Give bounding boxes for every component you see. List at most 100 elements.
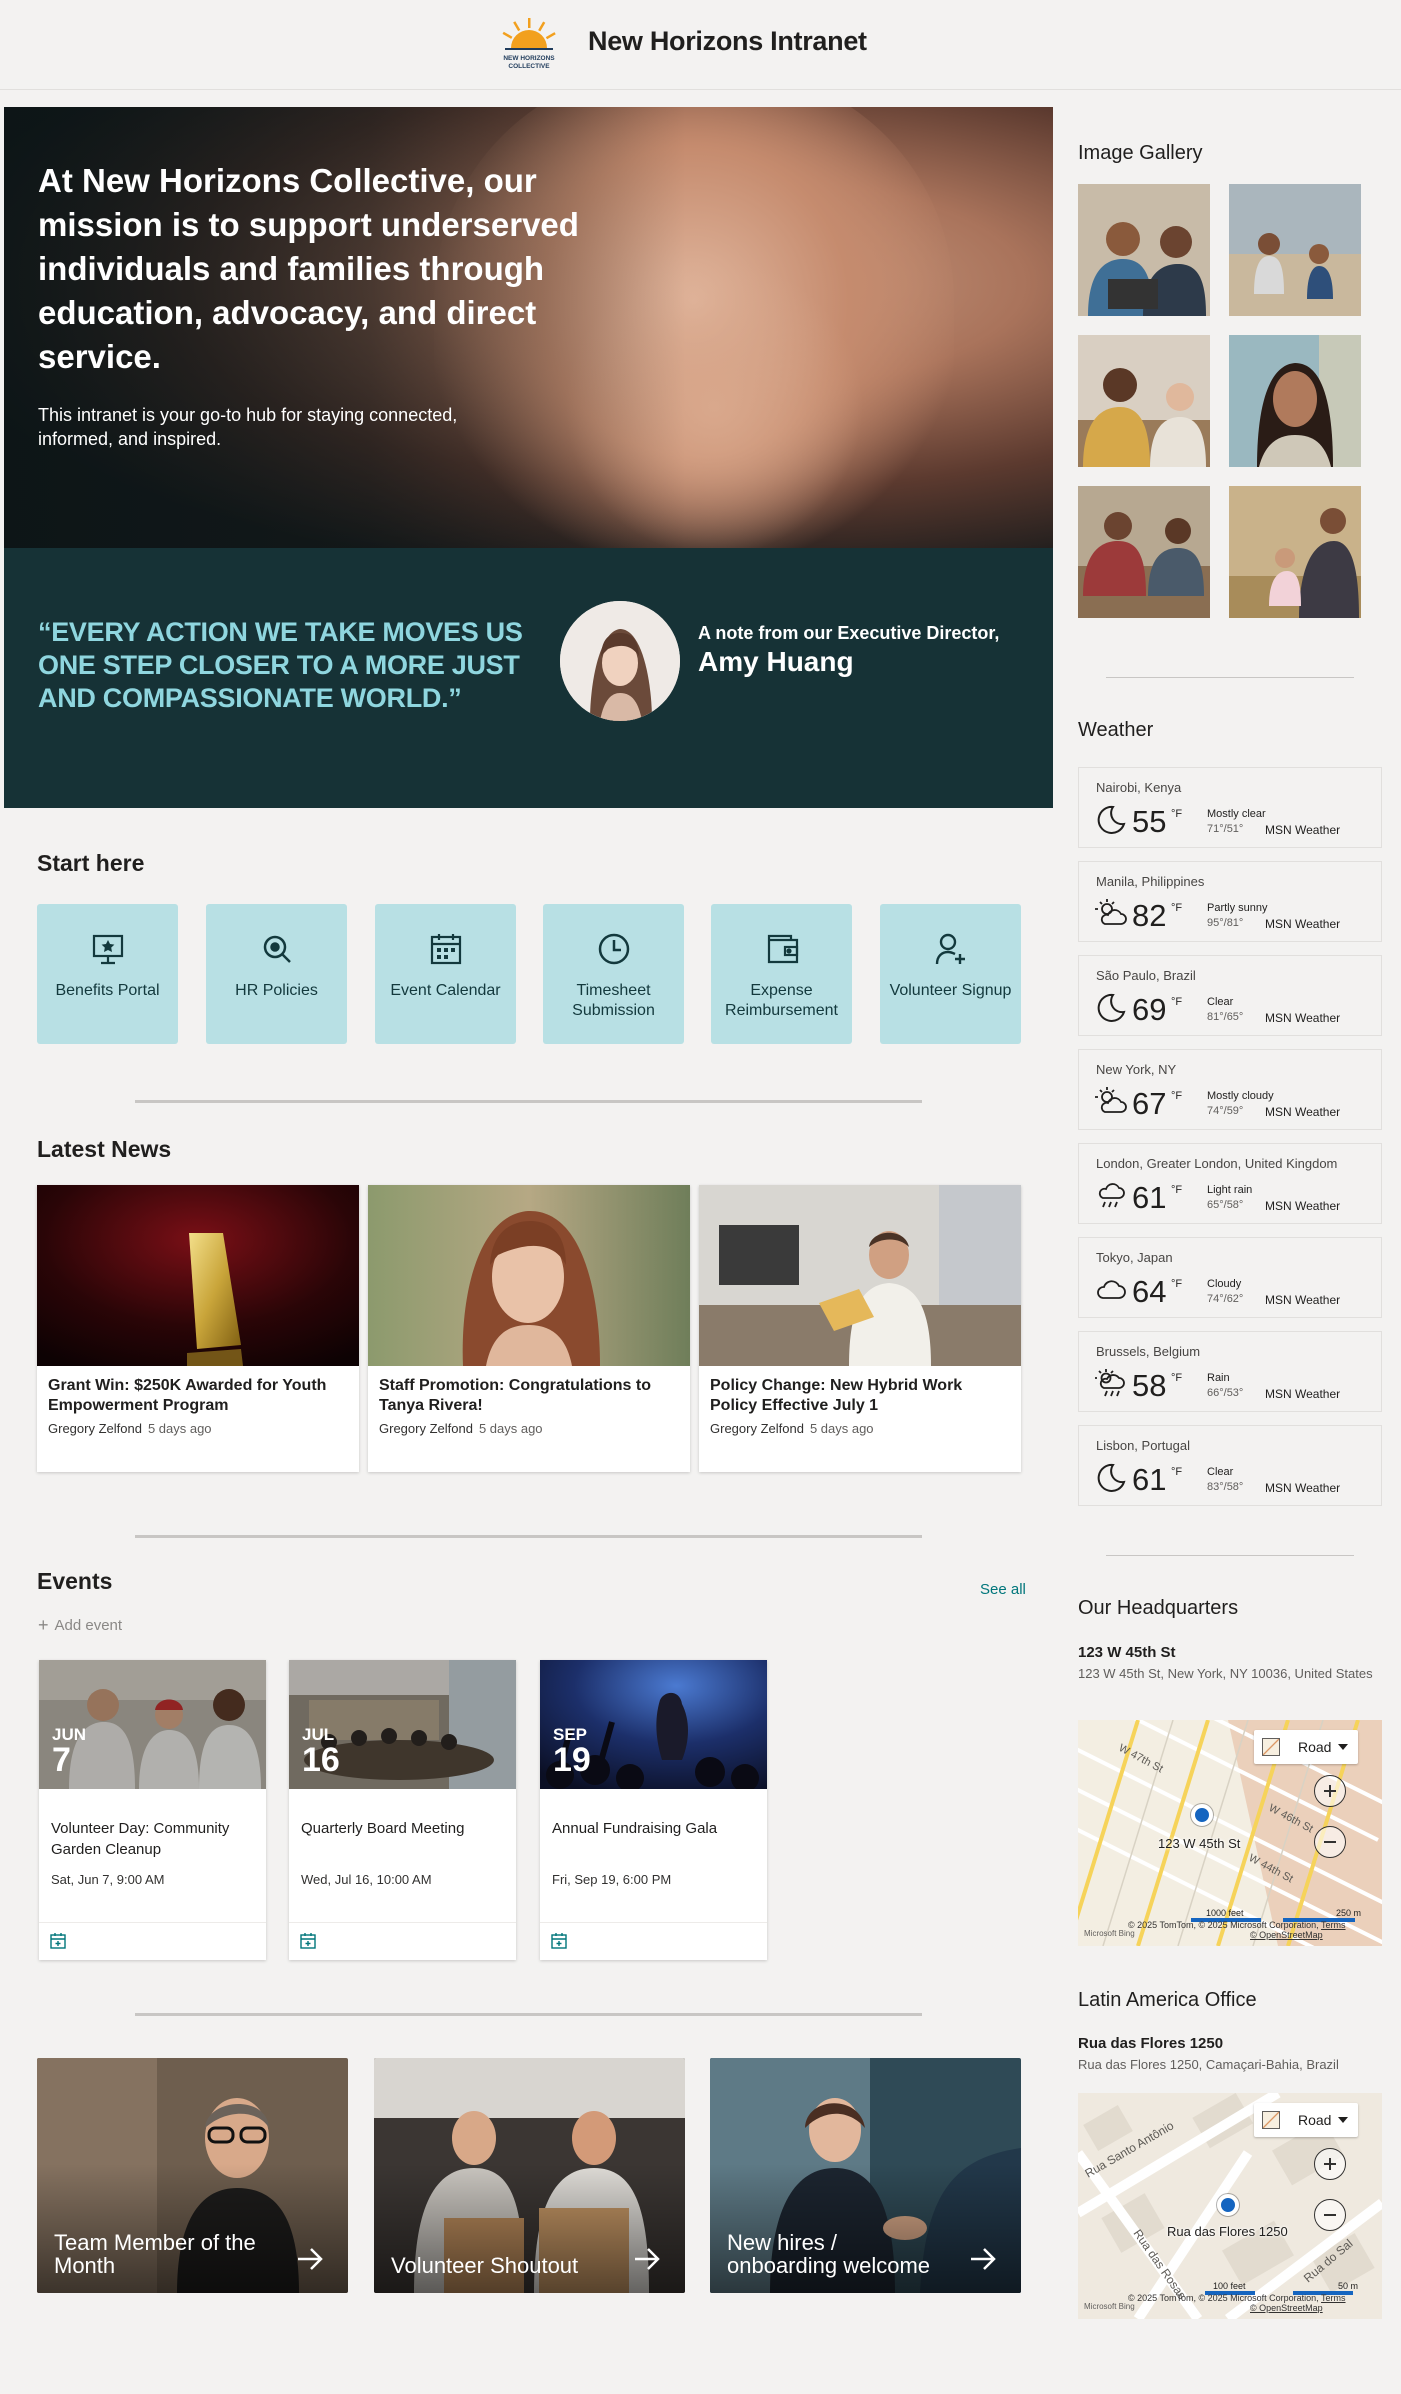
weather-range: 74°/59° [1207,1105,1244,1117]
news-card[interactable]: Grant Win: $250K Awarded for Youth Empow… [37,1185,359,1472]
zoom-in-button[interactable] [1314,2148,1346,2180]
latam-map[interactable]: Rua Santo Antônio Rua das Rosas Rua do S… [1078,2093,1382,2319]
event-title[interactable]: Annual Fundraising Gala [552,1818,757,1839]
weather-card[interactable]: Manila, Philippines 82 °F Partly sunny 9… [1078,861,1382,942]
sun-rain-icon [1095,1369,1125,1397]
events-title: Events [37,1568,113,1594]
arrow-right-icon [298,2248,323,2270]
map-osm-link[interactable]: © OpenStreetMap [1250,2303,1323,2313]
weather-source: MSN Weather [1265,917,1341,931]
weather-card[interactable]: São Paulo, Brazil 69 °F Clear 81°/65° MS… [1078,955,1382,1036]
map-osm-link[interactable]: © OpenStreetMap [1250,1930,1323,1940]
gallery-image[interactable] [1078,335,1210,467]
map-terms-link[interactable]: Terms [1321,1920,1346,1930]
gallery-image[interactable] [1229,486,1361,618]
event-title[interactable]: Volunteer Day: Community Garden Cleanup [51,1818,256,1860]
tile-volunteer-shoutout[interactable]: Volunteer Shoutout [374,2058,685,2293]
quick-link-expense-reimbursement[interactable]: Expense Reimbursement [711,904,852,1044]
event-date: Wed, Jul 16, 10:00 AM [301,1872,432,1887]
news-title[interactable]: Grant Win: $250K Awarded for Youth Empow… [48,1376,348,1416]
news-title[interactable]: Staff Promotion: Congratulations to Tany… [379,1376,679,1416]
tile-label: Team Member of the Month [54,2230,256,2278]
section-divider [1106,1555,1354,1556]
quick-link-event-calendar[interactable]: Event Calendar [375,904,516,1044]
weather-city: Nairobi, Kenya [1096,780,1182,795]
weather-card[interactable]: Brussels, Belgium 58 °F Rain 66°/53° MSN… [1078,1331,1382,1412]
map-style-dropdown[interactable]: Road [1254,2103,1358,2137]
see-all-events-link[interactable]: See all [980,1581,1026,1598]
zoom-in-button[interactable] [1314,1775,1346,1807]
event-title[interactable]: Quarterly Board Meeting [301,1818,506,1839]
chevron-down-icon [1338,2117,1348,2123]
add-to-calendar-icon[interactable] [299,1932,317,1950]
latin-america-office-title: Latin America Office [1078,1989,1257,2011]
weather-source: MSN Weather [1265,1011,1341,1025]
event-date: Sat, Jun 7, 9:00 AM [51,1872,165,1887]
executive-avatar [560,601,680,721]
weather-card[interactable]: London, Greater London, United Kingdom 6… [1078,1143,1382,1224]
weather-range: 81°/65° [1207,1011,1244,1023]
news-timestamp: 5 days ago [147,1421,212,1436]
event-day: 7 [52,1741,71,1779]
weather-card[interactable]: Tokyo, Japan 64 °F Cloudy 74°/62° MSN We… [1078,1237,1382,1318]
executive-quote: “EVERY ACTION WE TAKE MOVES US ONE STEP … [38,617,523,713]
weather-range: 83°/58° [1207,1481,1244,1493]
event-card[interactable]: SEP 19 Annual Fundraising Gala Fri, Sep … [540,1660,767,1960]
site-logo[interactable]: NEW HORIZONS COLLECTIVE [497,14,561,76]
weather-condition: Rain [1207,1372,1230,1384]
chevron-down-icon [1338,1744,1348,1750]
headquarters-map[interactable]: W 47th St W 46th St W 44th St Road 123 W… [1078,1720,1382,1946]
weather-unit: °F [1171,1372,1183,1384]
map-scale-feet: 1000 feet [1206,1908,1244,1918]
map-terms-link[interactable]: Terms [1321,2293,1346,2303]
moon-icon [1097,1463,1126,1492]
map-pin-icon[interactable] [1217,2194,1239,2216]
event-card[interactable]: JUL 16 Quarterly Board Meeting Wed, Jul … [289,1660,516,1960]
gallery-image[interactable] [1229,184,1361,316]
map-pin-icon[interactable] [1191,1804,1213,1826]
quick-link-benefits-portal[interactable]: Benefits Portal [37,904,178,1044]
executive-quote-section: “EVERY ACTION WE TAKE MOVES US ONE STEP … [4,548,1053,808]
news-card[interactable]: Policy Change: New Hybrid Work Policy Ef… [699,1185,1021,1472]
section-divider [1106,677,1354,678]
quick-link-timesheet-submission[interactable]: Timesheet Submission [543,904,684,1044]
svg-text:NEW HORIZONS: NEW HORIZONS [503,55,555,62]
tile-new-hires-onboarding[interactable]: New hires / onboarding welcome [710,2058,1021,2293]
svg-text:COLLECTIVE: COLLECTIVE [508,63,550,70]
plus-icon [1324,1785,1336,1797]
weather-city: New York, NY [1096,1062,1177,1077]
add-event-button[interactable]: + Add event [38,1615,122,1636]
tile-team-member-of-the-month[interactable]: Team Member of the Month [37,2058,348,2293]
weather-range: 95°/81° [1207,917,1244,929]
image-gallery-title: Image Gallery [1078,142,1203,164]
latam-address-name: Rua das Flores 1250 [1078,2035,1224,2052]
map-pin-label: Rua das Flores 1250 [1167,2224,1288,2239]
quick-link-hr-policies[interactable]: HR Policies [206,904,347,1044]
quick-link-volunteer-signup[interactable]: Volunteer Signup [880,904,1021,1044]
zoom-out-button[interactable] [1314,1826,1346,1858]
plus-icon [1324,2158,1336,2170]
gallery-image[interactable] [1229,335,1361,467]
weather-temp: 67 [1132,1086,1167,1121]
map-style-dropdown[interactable]: Road [1254,1730,1358,1764]
add-to-calendar-icon[interactable] [49,1932,67,1950]
weather-card[interactable]: New York, NY 67 °F Mostly cloudy 74°/59°… [1078,1049,1382,1130]
gallery-image[interactable] [1078,486,1210,618]
news-title[interactable]: Policy Change: New Hybrid Work Policy Ef… [710,1376,1010,1416]
weather-temp: 64 [1132,1274,1167,1309]
add-to-calendar-icon[interactable] [550,1932,568,1950]
weather-unit: °F [1171,996,1183,1008]
zoom-out-button[interactable] [1314,2199,1346,2231]
weather-card[interactable]: Lisbon, Portugal 61 °F Clear 83°/58° MSN… [1078,1425,1382,1506]
event-day: 19 [553,1741,591,1779]
gallery-image[interactable] [1078,184,1210,316]
weather-card[interactable]: Nairobi, Kenya 55 °F Mostly clear 71°/51… [1078,767,1382,848]
map-copyright: © 2025 TomTom, © 2025 Microsoft Corporat… [1128,2293,1346,2303]
weather-condition: Light rain [1207,1184,1253,1196]
arrow-right-icon [635,2248,660,2270]
event-card[interactable]: JUN 7 Volunteer Day: Community Garden Cl… [39,1660,266,1960]
site-title[interactable]: New Horizons Intranet [588,26,867,57]
weather-condition: Mostly cloudy [1207,1090,1274,1102]
news-card[interactable]: Staff Promotion: Congratulations to Tany… [368,1185,690,1472]
weather-temp: 69 [1132,992,1167,1027]
